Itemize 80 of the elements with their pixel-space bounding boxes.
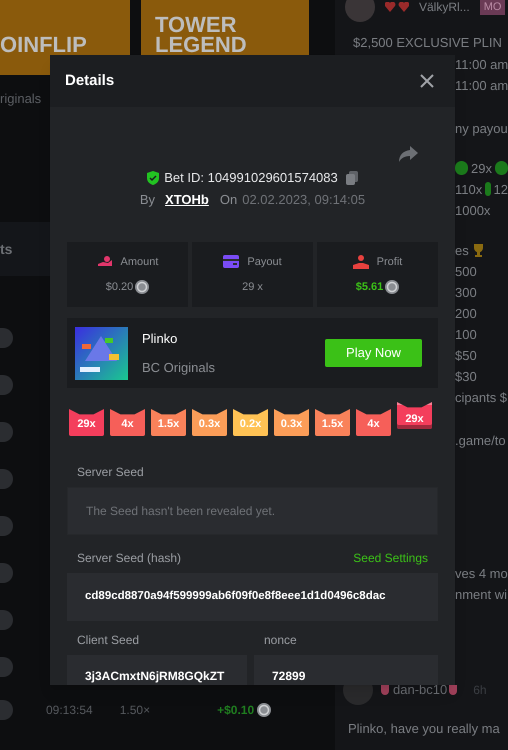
chat-message: 29x — [471, 160, 492, 178]
multiplier-chip: 1.5x — [315, 409, 350, 436]
coin-icon — [257, 703, 272, 717]
coin-icon — [0, 610, 13, 630]
stat-label: Payout — [247, 254, 282, 270]
hand-coins-icon — [96, 254, 113, 269]
chat-message: nment wi — [455, 586, 508, 604]
game-provider: BC Originals — [142, 359, 215, 377]
chat-message: cipants $ — [455, 388, 508, 407]
chat-message: 100 — [455, 326, 477, 344]
payout-cell-text: 1.50× — [120, 702, 150, 719]
user-badge: MO — [480, 0, 506, 16]
chat-message: 110x — [455, 180, 482, 198]
stat-value: $5.61 — [356, 280, 384, 295]
game-name: Plinko — [142, 330, 178, 348]
tile-title: OINFLIP — [0, 35, 88, 55]
coin-icon — [0, 328, 13, 348]
coin-icon — [0, 516, 13, 536]
wallet-icon — [223, 255, 240, 268]
chat-message: Plinko, have you really ma — [348, 720, 501, 738]
chat-message: 11:00 am — [455, 56, 508, 74]
dialog-title: Details — [65, 70, 114, 91]
stat-value: $0.20 — [106, 280, 134, 295]
stat-label: Profit — [376, 254, 402, 270]
seed-settings-link[interactable]: Seed Settings — [353, 551, 428, 565]
multiplier-chip: 0.3x — [192, 409, 227, 436]
coin-icon — [0, 562, 13, 582]
server-seed-field: The Seed hasn't been revealed yet. — [67, 487, 438, 535]
coin-icon — [0, 700, 13, 720]
server-seed-hash-field: cd89cd8870a94f599999ab6f09f0e8f8eee1d1d0496c8dac — [67, 573, 438, 621]
multiplier-chip: 0.3x — [274, 409, 309, 436]
coin-icon — [0, 422, 13, 442]
chat-message: $2,500 EXCLUSIVE PLIN — [353, 34, 503, 52]
chat-message: $30 — [455, 368, 477, 386]
stat-value: 29 x — [242, 280, 263, 295]
stat-label: Amount — [120, 254, 158, 270]
field-label: Server Seed — [77, 465, 145, 479]
chat-message: 500 — [455, 262, 477, 280]
share-button[interactable] — [399, 144, 418, 164]
chat-message: 200 — [455, 304, 477, 322]
multiplier-chip: 1.5x — [151, 409, 186, 436]
hearts-icon — [385, 2, 409, 12]
tile-caption: riginals — [0, 90, 42, 106]
on-label: On — [220, 191, 238, 210]
username: VälkyRl... — [419, 0, 470, 16]
field-label: nonce — [264, 633, 298, 647]
hand-person-icon — [352, 254, 369, 269]
avatar — [345, 0, 375, 22]
coin-icon — [0, 374, 13, 394]
multiplier-chip: 0.2x — [233, 409, 268, 436]
chat-message: $50 — [455, 346, 477, 364]
chat-message: es — [455, 242, 469, 260]
coin-icon — [0, 656, 13, 676]
multiplier-chip: 4x — [110, 409, 145, 436]
bet-date: 02.02.2023, 09:14:05 — [242, 191, 366, 210]
bet-id: Bet ID: 104991029601574083 — [164, 169, 338, 188]
copy-button[interactable] — [346, 171, 358, 185]
chat-message: 12 — [494, 180, 508, 198]
user-link[interactable]: XTOHb — [165, 190, 209, 210]
chat-message: 1000x — [455, 202, 490, 220]
tile-title: TOWER LEGEND — [155, 15, 248, 55]
chat-message: 11:00 am — [455, 76, 508, 94]
section-label: ts — [0, 240, 12, 258]
client-seed-field: 3j3ACmxtN6jRM8GQkZT — [67, 655, 247, 685]
field-label: Server Seed (hash) — [77, 551, 182, 565]
chat-message: 300 — [455, 284, 477, 302]
close-button[interactable] — [420, 73, 436, 89]
field-label: Client Seed — [77, 633, 140, 647]
shield-check-icon — [147, 171, 160, 185]
chat-message: ves 4 mo — [455, 564, 508, 582]
multiplier-chip: 29x — [69, 409, 104, 436]
by-label: By — [140, 191, 156, 210]
multiplier-chip: 4x — [356, 409, 391, 436]
profit-cell-text: +$0.10 — [217, 702, 254, 719]
nonce-field: 72899 — [254, 655, 438, 685]
chat-message: ny payou — [455, 120, 508, 138]
time-cell-text: 09:13:54 — [46, 702, 93, 719]
coin-icon — [0, 468, 13, 488]
chat-message: .game/to — [455, 432, 506, 450]
multiplier-chip: 29x — [397, 402, 432, 429]
